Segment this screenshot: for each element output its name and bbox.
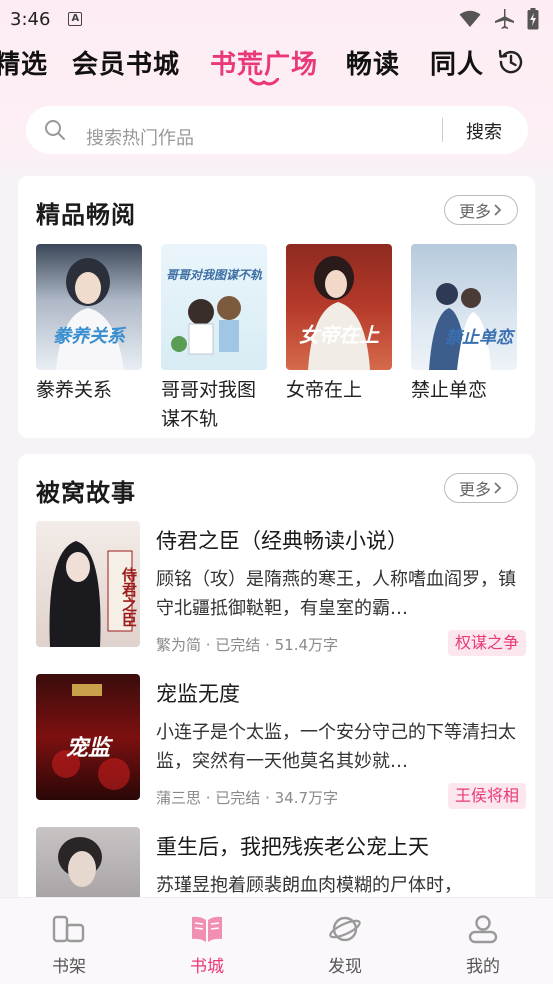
history-icon[interactable] (497, 48, 525, 76)
nav-bookstore[interactable]: 书城 (172, 914, 242, 977)
cover-title: 女帝在上 (299, 323, 379, 347)
book-cover: 豢养关系 (36, 244, 142, 370)
notification-icon: A (68, 12, 83, 26)
cover-title: 禁止单恋 (445, 328, 513, 348)
genre-tag[interactable]: 权谋之争 (447, 630, 526, 656)
book-meta: 蒲三思 · 已完结 · 34.7万字 (156, 789, 339, 807)
section-title-stories: 被窝故事 (36, 479, 136, 507)
section-title-featured: 精品畅阅 (36, 201, 136, 229)
stories-section: 被窝故事 更多 侍君之臣 侍君之臣（经典畅读小说） 顾铭（攻）是隋燕的寒王，人称… (18, 454, 535, 953)
book-cover: 哥哥对我图谋不轨 (161, 244, 267, 370)
airplane-mode-icon (495, 9, 514, 29)
planet-icon (329, 916, 361, 942)
book-title: 禁止单恋 (411, 379, 488, 401)
search-button[interactable]: 搜索 (466, 118, 502, 144)
search-divider (442, 118, 443, 142)
chevron-right-icon (494, 204, 502, 216)
tab-tongren[interactable]: 同人 (430, 44, 484, 81)
search-input[interactable]: 搜索热门作品 (86, 124, 194, 150)
chevron-right-icon (494, 482, 502, 494)
more-button-featured[interactable]: 更多 (444, 195, 518, 225)
book-title: 侍君之臣（经典畅读小说） (156, 529, 408, 553)
book-cover: 女帝在上 (286, 244, 392, 370)
status-bar: 3:46 A (0, 0, 553, 38)
search-bar[interactable]: 搜索热门作品 搜索 (26, 106, 528, 154)
list-item[interactable]: 侍君之臣 侍君之臣（经典畅读小说） 顾铭（攻）是隋燕的寒王，人称嗜血阎罗，镇守北… (36, 521, 526, 656)
cover-title: 侍君之臣 (120, 567, 138, 627)
bottom-navigation: 书架 书城 发现 我的 (0, 897, 553, 984)
nav-bookshelf[interactable]: 书架 (34, 914, 104, 977)
person-icon (468, 915, 498, 944)
book-title: 哥哥对我图谋不轨 (161, 379, 257, 430)
book-title: 重生后，我把残疾老公宠上天 (156, 835, 429, 859)
bookshelf-icon (52, 915, 85, 943)
tab-jingxuan[interactable]: 精选 (0, 44, 48, 81)
open-book-icon (192, 916, 222, 942)
nav-label: 发现 (328, 957, 362, 977)
more-label: 更多 (458, 480, 491, 499)
book-tile[interactable]: 哥哥对我图谋不轨 哥哥对我图谋不轨 (161, 244, 267, 434)
cover-title: 哥哥对我图谋不轨 (165, 268, 262, 282)
book-meta: 繁为简 · 已完结 · 51.4万字 (156, 636, 339, 654)
list-item[interactable]: 宠监 宠监无度 小连子是个太监，一个安分守己的下等清扫太监，突然有一天他莫名其妙… (36, 674, 526, 809)
nav-profile[interactable]: 我的 (448, 914, 518, 977)
battery-charging-icon (527, 8, 539, 30)
cover-title: 豢养关系 (53, 326, 125, 347)
book-tile[interactable]: 豢养关系 豢养关系 (36, 244, 142, 405)
book-tile[interactable]: 女帝在上 女帝在上 (286, 244, 392, 405)
nav-label: 书城 (190, 957, 224, 977)
active-tab-indicator (249, 78, 279, 86)
nav-label: 书架 (52, 957, 86, 977)
nav-discover[interactable]: 发现 (310, 914, 380, 977)
status-time: 3:46 (10, 8, 51, 30)
book-cover: 宠监 (36, 674, 140, 800)
more-button-stories[interactable]: 更多 (444, 473, 518, 503)
featured-section: 精品畅阅 更多 豢养关系 豢养关系 哥哥对我图谋不轨 哥哥对我图谋不轨 女帝在上… (18, 176, 535, 438)
cover-title: 宠监 (65, 735, 110, 761)
tab-huiyuan-shucheng[interactable]: 会员书城 (72, 44, 180, 81)
tab-changdu[interactable]: 畅读 (346, 44, 400, 81)
more-label: 更多 (458, 202, 491, 221)
book-title: 豢养关系 (36, 379, 113, 401)
book-cover: 禁止单恋 (411, 244, 517, 370)
wifi-icon (459, 10, 481, 27)
book-description: 顾铭（攻）是隋燕的寒王，人称嗜血阎罗，镇守北疆抵御鞑靼，有皇室的霸… (156, 569, 516, 619)
search-icon (45, 120, 65, 140)
nav-label: 我的 (466, 957, 500, 977)
genre-tag[interactable]: 王侯将相 (447, 783, 526, 809)
book-title: 宠监无度 (156, 682, 240, 706)
book-description: 小连子是个太监，一个安分守己的下等清扫太监，突然有一天他莫名其妙就… (156, 722, 516, 772)
book-tile[interactable]: 禁止单恋 禁止单恋 (411, 244, 517, 405)
book-title: 女帝在上 (286, 379, 363, 401)
tab-shuhuang-guangchang[interactable]: 书荒广场 (210, 44, 318, 81)
book-cover: 侍君之臣 (36, 521, 140, 647)
